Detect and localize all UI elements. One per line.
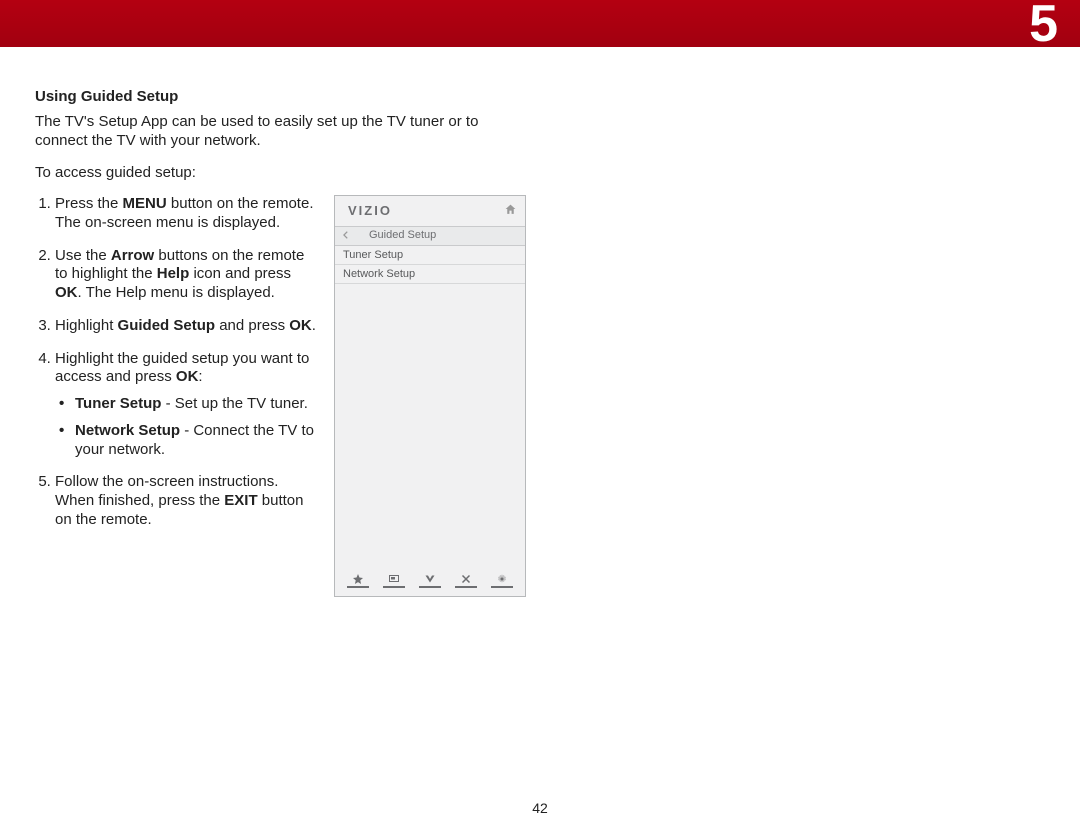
intro: The TV's Setup App can be used to easily…: [35, 113, 500, 151]
tv-menu-panel: VIZIO Guided Setup Tuner Setup Network S…: [334, 195, 526, 597]
star-icon: [347, 572, 369, 588]
v-icon: [419, 572, 441, 588]
bullet-tuner: Tuner Setup - Set up the TV tuner.: [55, 395, 320, 414]
back-icon: [341, 229, 351, 241]
close-icon: [455, 572, 477, 588]
chapter-number: 5: [1029, 0, 1058, 54]
panel-breadcrumb: Guided Setup: [335, 226, 525, 246]
menu-row-tuner: Tuner Setup: [335, 246, 525, 265]
brand-label: VIZIO: [348, 203, 392, 218]
breadcrumb-label: Guided Setup: [369, 229, 436, 241]
menu-row-network: Network Setup: [335, 265, 525, 284]
leadin: To access guided setup:: [35, 164, 500, 183]
screen-icon: [383, 572, 405, 588]
home-icon: [504, 203, 517, 216]
heading: Using Guided Setup: [35, 88, 500, 107]
page-number: 42: [0, 800, 1080, 816]
bullet-network: Network Setup - Connect the TV to your n…: [55, 422, 320, 460]
gear-icon: [491, 572, 513, 588]
